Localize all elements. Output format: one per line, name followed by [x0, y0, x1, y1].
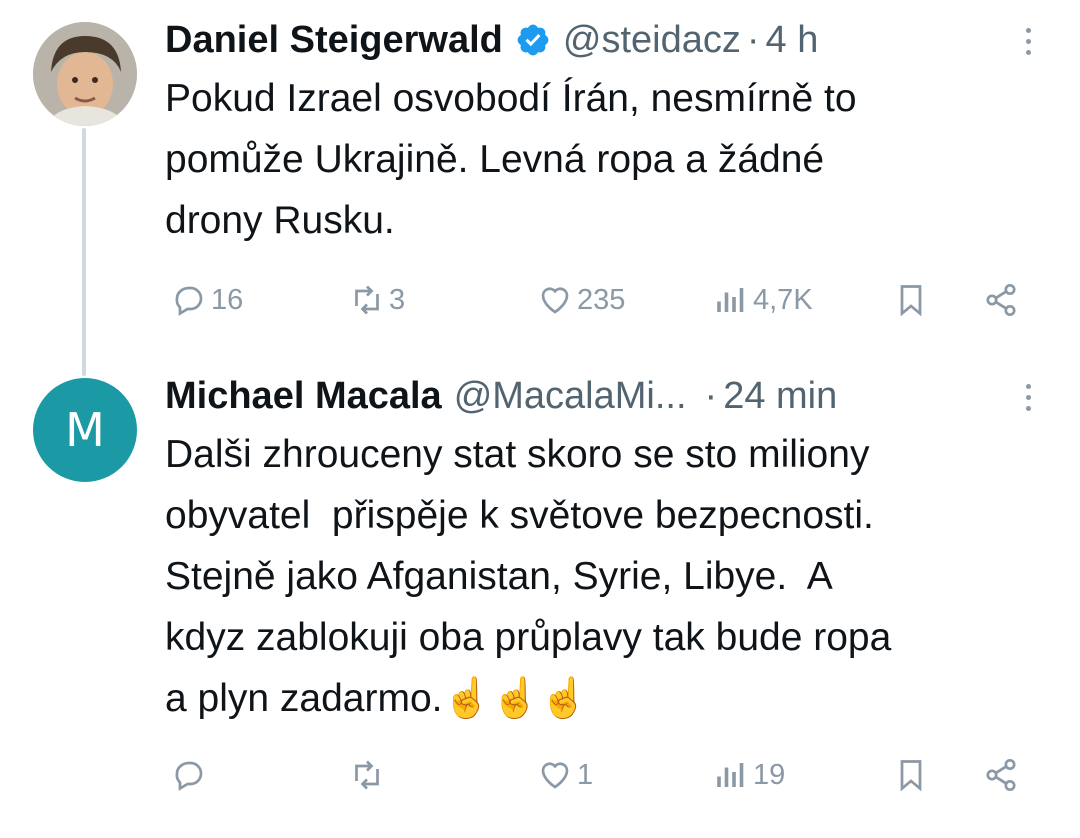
- tweet-text: Dalši zhrouceny stat skoro se sto milion…: [165, 433, 892, 720]
- thread-connector-line: [82, 128, 86, 376]
- retweet-icon: [355, 285, 379, 315]
- more-options-icon[interactable]: [1024, 28, 1032, 55]
- tweet-actions: 1 19: [165, 752, 1035, 798]
- bookmark-button[interactable]: [893, 752, 929, 798]
- tweet-actions: 16 3 235 4,7K: [165, 277, 1035, 323]
- share-icon: [986, 758, 1016, 792]
- bookmark-icon: [900, 285, 922, 317]
- reply-button[interactable]: [171, 752, 211, 798]
- share-button[interactable]: [983, 752, 1019, 798]
- like-button[interactable]: 1: [537, 752, 593, 798]
- views-button[interactable]: 19: [713, 752, 785, 798]
- avatar[interactable]: [33, 22, 137, 126]
- views-chart-icon: [717, 763, 744, 787]
- author-name[interactable]: Daniel Steigerwald: [165, 18, 503, 62]
- views-chart-icon: [717, 288, 744, 312]
- reply-button[interactable]: 16: [171, 277, 243, 323]
- heart-icon: [541, 287, 569, 314]
- tweet-text: Pokud Izrael osvobodí Írán, nesmírně to …: [165, 77, 857, 242]
- like-button[interactable]: 235: [537, 277, 625, 323]
- bookmark-icon: [900, 760, 922, 792]
- author-handle[interactable]: @steidacz: [563, 18, 741, 62]
- heart-icon: [541, 762, 569, 789]
- reply-icon: [175, 761, 203, 791]
- timestamp[interactable]: 4 h: [766, 18, 819, 62]
- more-options-icon[interactable]: [1024, 384, 1032, 411]
- reply-count: 16: [211, 283, 244, 316]
- reply-icon: [175, 286, 203, 316]
- tweet-header: Daniel Steigerwald @steidacz · 4 h: [165, 18, 818, 62]
- share-button[interactable]: [983, 277, 1019, 323]
- separator: ·: [746, 19, 760, 61]
- views-count: 19: [753, 758, 786, 791]
- views-button[interactable]: 4,7K: [713, 277, 813, 323]
- retweet-count: 3: [389, 283, 406, 316]
- like-count: 1: [577, 758, 594, 791]
- avatar[interactable]: M: [33, 378, 137, 482]
- timestamp[interactable]: 24 min: [723, 374, 837, 418]
- verified-badge-icon: [515, 22, 551, 58]
- separator: ·: [704, 375, 718, 417]
- author-name[interactable]: Michael Macala: [165, 374, 442, 418]
- views-count: 4,7K: [753, 283, 813, 316]
- author-handle[interactable]: @MacalaMi...: [454, 374, 687, 418]
- bookmark-button[interactable]: [893, 277, 929, 323]
- tweet-header: Michael Macala @MacalaMi... · 24 min: [165, 374, 837, 418]
- retweet-icon: [355, 760, 379, 790]
- share-icon: [986, 283, 1016, 317]
- retweet-button[interactable]: 3: [349, 277, 405, 323]
- like-count: 235: [577, 283, 626, 316]
- retweet-button[interactable]: [349, 752, 389, 798]
